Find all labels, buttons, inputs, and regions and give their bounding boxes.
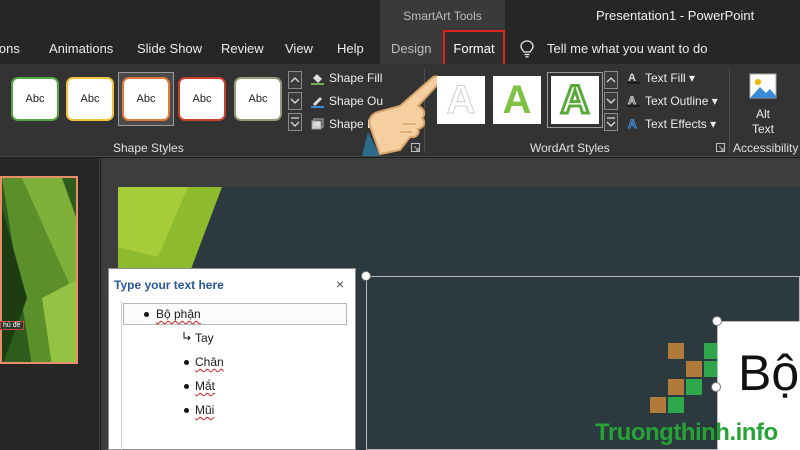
wordart-gallery-scroll-down[interactable] [604, 92, 618, 110]
text-fill-label: Text Fill [645, 71, 686, 85]
shape-style-green[interactable]: Abc [11, 77, 59, 121]
pen-icon [311, 97, 324, 108]
chevron-up-icon [290, 77, 300, 83]
thumbnail-caption: hủ đề [0, 321, 24, 330]
title-bar: SmartArt Tools Presentation1 - PowerPoin… [0, 0, 800, 34]
smartart-shape-text: Bộ [738, 345, 800, 401]
alt-text-icon [749, 73, 777, 99]
more-icon [290, 117, 300, 127]
window-title: Presentation1 - PowerPoint [596, 8, 755, 23]
svg-text:A: A [628, 117, 637, 130]
resize-handle[interactable] [711, 382, 721, 392]
smartart-tools-context: SmartArt Tools [380, 0, 505, 34]
text-effects-button[interactable]: Text Effects ▾ [645, 117, 716, 131]
sub-item-arrow-icon [183, 332, 191, 341]
watermark-text: Truongthinh.info [595, 419, 778, 446]
shape-style-olive[interactable]: Abc [234, 77, 282, 121]
paint-bucket-icon [311, 74, 324, 85]
bullet-icon [144, 312, 149, 317]
tab-design[interactable]: Design [391, 41, 431, 56]
text-effects-icon: A [628, 117, 638, 130]
tell-me-search[interactable]: Tell me what you want to do [547, 41, 707, 56]
list-item[interactable]: Tay [195, 331, 214, 345]
wordart-gallery-scroll-up[interactable] [604, 71, 618, 89]
text-pane-list: Bộ phận Tay Chân Mắt Mũi [121, 301, 347, 450]
wordart-gallery-more[interactable] [604, 113, 618, 131]
accessibility-group-label: Accessibility [733, 141, 799, 155]
smartart-text-pane: Type your text here × Bộ phận Tay Chân M… [108, 268, 356, 450]
list-item[interactable]: Mũi [195, 403, 214, 417]
swatch-label: Abc [25, 93, 45, 105]
shape-style-red[interactable]: Abc [178, 77, 226, 121]
close-icon[interactable]: × [336, 276, 344, 292]
chevron-down-icon [606, 98, 616, 104]
bullet-icon [184, 384, 189, 389]
text-fill-icon: A [627, 72, 640, 84]
wordart-style-green[interactable]: A [493, 76, 541, 124]
list-item[interactable]: Mắt [195, 379, 215, 393]
text-outline-icon: A [627, 95, 640, 107]
text-pane-title: Type your text here [114, 278, 224, 292]
resize-handle[interactable] [361, 271, 371, 281]
pointing-hand-icon [362, 75, 441, 156]
shape-styles-group-label: Shape Styles [113, 141, 184, 155]
logo-mark-icon [650, 343, 720, 413]
shape-style-yellow[interactable]: Abc [66, 77, 114, 121]
text-effects-label: Text Effects [645, 117, 707, 131]
group-separator [729, 68, 730, 153]
chevron-down-icon [290, 98, 300, 104]
lightbulb-icon [520, 40, 534, 58]
list-item[interactable]: Bộ phận [156, 307, 201, 321]
tab-slide-show[interactable]: Slide Show [137, 41, 202, 56]
alt-text-label-line2: Text [751, 122, 774, 136]
wordart-style-green-outline[interactable]: A [551, 76, 599, 124]
context-tab-group-label: SmartArt Tools [403, 9, 482, 23]
alt-text-label-line1: Alt [755, 107, 770, 121]
tab-view[interactable]: View [285, 41, 313, 56]
shape-gallery-more[interactable] [288, 113, 302, 131]
bullet-icon [184, 360, 189, 365]
tab-help[interactable]: Help [337, 41, 364, 56]
bullet-icon [184, 408, 189, 413]
wordart-letter: A [446, 78, 476, 123]
swatch-label: Abc [248, 93, 268, 105]
dialog-launcher-icon[interactable] [716, 143, 725, 152]
swatch-label: Abc [192, 93, 212, 105]
tab-transitions[interactable]: ions [0, 41, 20, 56]
list-item[interactable]: Chân [195, 355, 224, 369]
wordart-letter: A [559, 77, 591, 124]
tab-format[interactable]: Format [443, 30, 505, 68]
tab-animations[interactable]: Animations [49, 41, 113, 56]
shape-effects-icon [311, 118, 324, 130]
shape-gallery-scroll-up[interactable] [288, 71, 302, 89]
wordart-styles-group-label: WordArt Styles [530, 141, 610, 155]
swatch-label: Abc [136, 93, 156, 105]
text-outline-button[interactable]: Text Outline ▾ [645, 94, 718, 108]
more-icon [606, 117, 616, 127]
wordart-letter: A [502, 78, 532, 122]
thumbnail-graphic [2, 178, 76, 362]
text-fill-button[interactable]: Text Fill ▾ [645, 71, 695, 85]
resize-handle[interactable] [712, 316, 722, 326]
chevron-up-icon [606, 77, 616, 83]
swatch-label: Abc [80, 93, 100, 105]
shape-gallery-scroll-down[interactable] [288, 92, 302, 110]
wordart-style-outline[interactable]: A [437, 76, 485, 124]
alt-text-button[interactable]: Alt Text [738, 70, 788, 140]
text-outline-label: Text Outline [645, 94, 709, 108]
slide-thumbnail[interactable] [0, 176, 78, 364]
shape-style-orange[interactable]: Abc [122, 77, 170, 121]
tab-review[interactable]: Review [221, 41, 264, 56]
